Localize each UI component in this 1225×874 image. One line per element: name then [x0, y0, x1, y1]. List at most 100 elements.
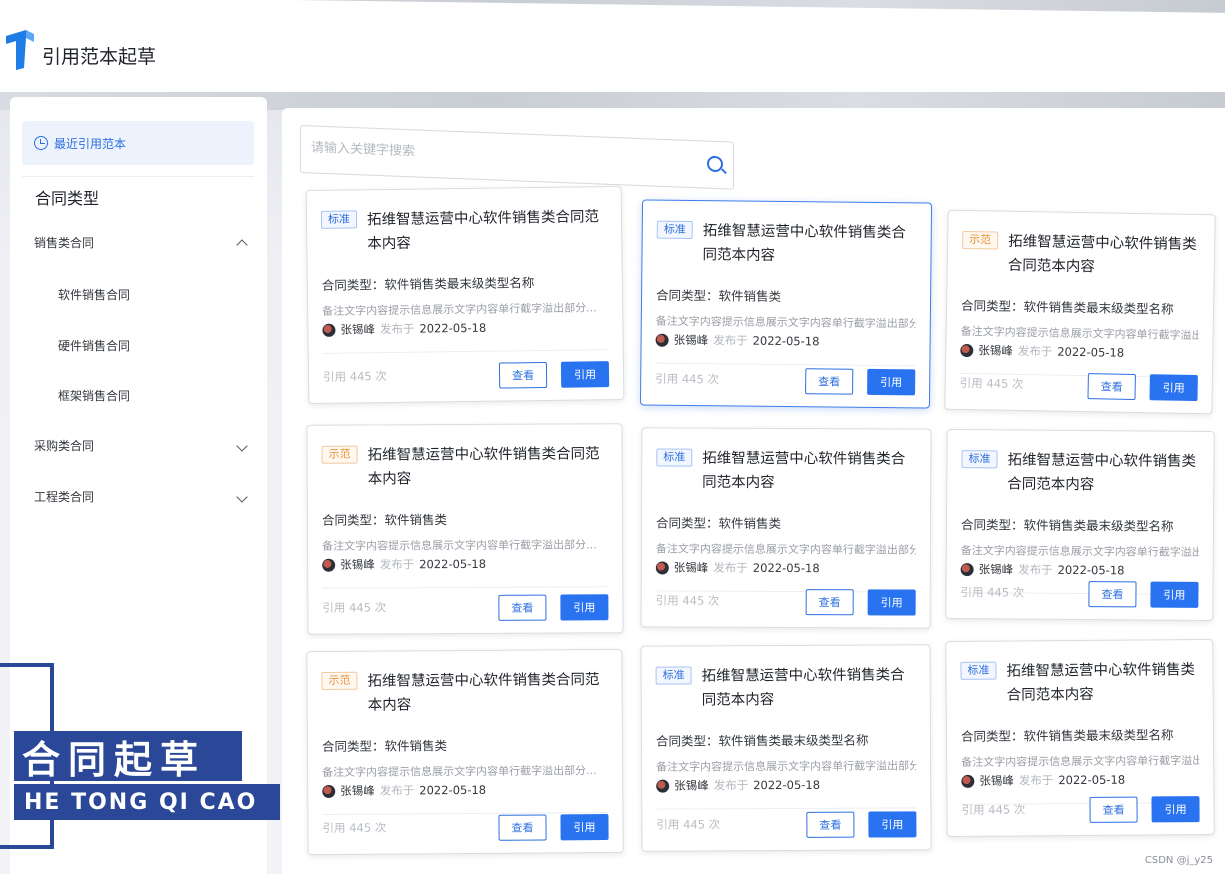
template-card[interactable]: 标准 拓维智慧运营中心软件销售类合同范本内容 合同类型：软件销售类 备注文字内容提示信… — [639, 199, 933, 409]
use-button[interactable]: 引用 — [867, 589, 916, 616]
watermark-chinese-title: 合同起草 — [14, 731, 242, 782]
use-button[interactable]: 引用 — [560, 814, 609, 841]
view-button[interactable]: 查看 — [806, 811, 855, 838]
sidebar-group-label: 工程类合同 — [34, 490, 95, 504]
template-card[interactable]: 示范 拓维智慧运营中心软件销售类合同范本内容 合同类型：软件销售类最末级类型名称 备注… — [944, 209, 1216, 415]
template-contract-type: 合同类型：软件销售类 — [321, 512, 448, 528]
template-tag: 示范 — [321, 671, 358, 690]
avatar — [960, 562, 974, 576]
card-divider — [656, 807, 917, 810]
sidebar-group-sales[interactable]: 销售类合同 — [34, 234, 248, 251]
sidebar-group-procurement[interactable]: 采购类合同 — [34, 437, 248, 454]
use-button[interactable]: 引用 — [560, 594, 609, 621]
sidebar-item-label: 软件销售合同 — [58, 288, 131, 302]
sidebar-item-framework-sales[interactable]: 框架销售合同 — [58, 387, 130, 404]
avatar — [322, 784, 336, 798]
template-note: 备注文字内容提示信息展示文字内容单行截字溢出部分... — [322, 764, 597, 779]
template-meta: 张锡峰 发布于 2022-05-18 — [655, 332, 820, 350]
use-button[interactable]: 引用 — [1151, 796, 1200, 823]
published-label: 发布于 — [379, 783, 415, 798]
published-label: 发布于 — [1018, 562, 1053, 577]
card-divider — [322, 349, 609, 354]
usage-count: 引用 445 次 — [322, 820, 387, 835]
view-button[interactable]: 查看 — [498, 361, 548, 389]
author-name: 张锡峰 — [673, 560, 709, 575]
avatar — [656, 779, 670, 793]
author-name: 张锡峰 — [340, 783, 375, 798]
template-contract-type: 合同类型：软件销售类 — [321, 738, 448, 754]
view-button[interactable]: 查看 — [1087, 373, 1136, 400]
template-card[interactable]: 标准 拓维智慧运营中心软件销售类合同范本内容 合同类型：软件销售类最末级类型名称 备注… — [305, 185, 625, 405]
view-button[interactable]: 查看 — [805, 589, 854, 616]
template-meta: 张锡峰 发布于 2022-05-18 — [322, 782, 486, 799]
usage-count: 引用 445 次 — [655, 593, 720, 608]
publish-date: 2022-05-18 — [1057, 344, 1125, 360]
app-header: 引用范本起草 — [0, 0, 1225, 92]
template-note: 备注文字内容提示信息展示文字内容单行截字溢出部分... — [322, 301, 597, 318]
author-name: 张锡峰 — [674, 778, 709, 793]
sidebar-group-label: 销售类合同 — [34, 236, 95, 250]
avatar — [322, 323, 336, 337]
template-card[interactable]: 示范 拓维智慧运营中心软件销售类合同范本内容 合同类型：软件销售类 备注文字内容提示信… — [306, 423, 624, 635]
template-card[interactable]: 标准 拓维智慧运营中心软件销售类合同范本内容 合同类型：软件销售类 备注文字内容提示信… — [640, 427, 932, 629]
view-button[interactable]: 查看 — [805, 368, 854, 395]
chevron-down-icon — [236, 439, 248, 452]
app-title: 引用范本起草 — [42, 46, 157, 68]
app-logo-icon — [6, 30, 34, 70]
sidebar-divider — [22, 176, 254, 177]
use-button[interactable]: 引用 — [868, 811, 917, 838]
template-contract-type: 合同类型：软件销售类 — [656, 287, 782, 304]
avatar — [322, 558, 336, 572]
search-icon[interactable] — [707, 155, 723, 173]
avatar — [961, 774, 975, 788]
template-card[interactable]: 示范 拓维智慧运营中心软件销售类合同范本内容 合同类型：软件销售类 备注文字内容提示信… — [306, 648, 624, 856]
template-card[interactable]: 标准 拓维智慧运营中心软件销售类合同范本内容 合同类型：软件销售类最末级类型名称 备注… — [945, 428, 1215, 622]
view-button[interactable]: 查看 — [498, 594, 547, 621]
published-label: 发布于 — [713, 333, 748, 348]
chevron-up-icon — [236, 238, 248, 251]
watermark-english-title: HE TONG QI CAO — [14, 784, 280, 820]
view-button[interactable]: 查看 — [1089, 796, 1138, 823]
view-button[interactable]: 查看 — [498, 814, 547, 841]
use-button[interactable]: 引用 — [560, 361, 610, 388]
template-contract-type: 合同类型：软件销售类最末级类型名称 — [960, 517, 1174, 534]
usage-count: 引用 445 次 — [322, 369, 387, 384]
recent-templates-button[interactable]: 最近引用范本 — [22, 121, 254, 165]
avatar — [960, 343, 974, 357]
use-button[interactable]: 引用 — [1150, 581, 1199, 608]
recent-templates-label: 最近引用范本 — [54, 136, 127, 151]
template-tag: 示范 — [962, 230, 999, 250]
template-note: 备注文字内容提示信息展示文字内容单行截字溢出部分... — [655, 542, 916, 557]
template-tag: 示范 — [321, 445, 358, 464]
template-meta: 张锡峰 发布于 2022-05-18 — [960, 342, 1124, 361]
usage-count: 引用 445 次 — [656, 817, 721, 832]
sidebar-item-hardware-sales[interactable]: 硬件销售合同 — [58, 337, 130, 354]
template-tag: 标准 — [960, 661, 997, 680]
publish-date: 2022-05-18 — [752, 333, 820, 349]
contract-type-heading: 合同类型 — [35, 189, 100, 208]
sidebar-group-engineering[interactable]: 工程类合同 — [34, 488, 248, 505]
sidebar-item-software-sales[interactable]: 软件销售合同 — [58, 286, 130, 303]
template-title: 拓维智慧运营中心软件销售类合同范本内容 — [701, 667, 905, 709]
published-label: 发布于 — [379, 557, 415, 572]
template-tag: 标准 — [655, 666, 692, 685]
usage-count: 引用 445 次 — [961, 802, 1026, 817]
use-button[interactable]: 引用 — [867, 368, 916, 396]
published-label: 发布于 — [1017, 343, 1053, 359]
use-button[interactable]: 引用 — [1149, 374, 1198, 402]
publish-date: 2022-05-18 — [419, 782, 487, 798]
template-contract-type: 合同类型：软件销售类最末级类型名称 — [655, 732, 869, 749]
publish-date: 2022-05-18 — [419, 320, 487, 336]
author-name: 张锡峰 — [978, 562, 1014, 577]
published-label: 发布于 — [1018, 773, 1054, 788]
template-title: 拓维智慧运营中心软件销售类合同范本内容 — [1006, 662, 1196, 704]
template-note: 备注文字内容提示信息展示文字内容单行截字溢出部分... — [960, 324, 1199, 343]
chevron-down-icon — [236, 490, 248, 503]
sidebar-item-label: 框架销售合同 — [58, 389, 131, 403]
view-button[interactable]: 查看 — [1088, 581, 1137, 608]
template-card[interactable]: 标准 拓维智慧运营中心软件销售类合同范本内容 合同类型：软件销售类最末级类型名称 备注… — [640, 644, 932, 852]
template-card[interactable]: 标准 拓维智慧运营中心软件销售类合同范本内容 合同类型：软件销售类最末级类型名称 备注… — [945, 638, 1215, 838]
template-note: 备注文字内容提示信息展示文字内容单行截字溢出部分... — [961, 753, 1200, 769]
search-input[interactable] — [311, 136, 691, 174]
published-label: 发布于 — [713, 778, 749, 793]
